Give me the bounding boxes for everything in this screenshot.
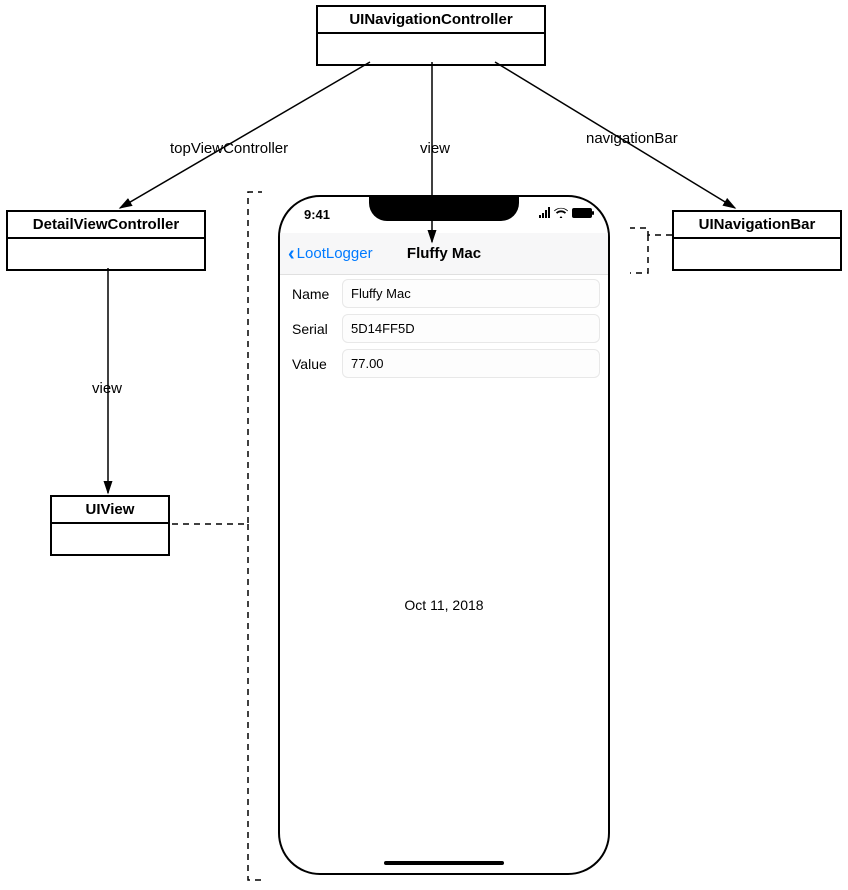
edge-view-top: view [418,140,452,157]
edge-navigationbar: navigationBar [584,130,680,147]
field-value[interactable]: 77.00 [342,349,600,378]
signal-icon [539,207,550,218]
phone-mockup: 9:41 ‹ LootLogger Fluffy Mac Name Fluffy… [278,195,610,875]
uml-title: UIView [52,497,168,524]
nav-title: Fluffy Mac [407,245,481,262]
status-bar: 9:41 [280,207,608,227]
uml-uiview: UIView [50,495,170,556]
uml-body [318,34,544,64]
uml-detailviewcontroller: DetailViewController [6,210,206,271]
label-value: Value [288,356,334,372]
uml-title: DetailViewController [8,212,204,239]
form-row-serial: Serial 5D14FF5D [288,314,600,343]
uml-uinavigationcontroller: UINavigationController [316,5,546,66]
uml-uinavigationbar: UINavigationBar [672,210,842,271]
back-button[interactable]: ‹ LootLogger [288,244,373,264]
date-label: Oct 11, 2018 [280,597,608,613]
label-name: Name [288,286,334,302]
form-row-name: Name Fluffy Mac [288,279,600,308]
uml-body [52,524,168,554]
status-icons [539,207,592,218]
uml-body [8,239,204,269]
edge-view-left: view [90,380,124,397]
field-name[interactable]: Fluffy Mac [342,279,600,308]
form-row-value: Value 77.00 [288,349,600,378]
battery-icon [572,208,592,218]
status-time: 9:41 [304,207,330,222]
chevron-left-icon: ‹ [288,244,295,264]
uml-body [674,239,840,269]
edge-topviewcontroller: topViewController [168,140,290,157]
uml-title: UINavigationController [318,7,544,34]
label-serial: Serial [288,321,334,337]
back-label: LootLogger [297,245,373,262]
uml-title: UINavigationBar [674,212,840,239]
phone-nav-bar: ‹ LootLogger Fluffy Mac [280,233,608,275]
home-indicator [384,861,504,865]
field-serial[interactable]: 5D14FF5D [342,314,600,343]
wifi-icon [554,207,568,218]
detail-form: Name Fluffy Mac Serial 5D14FF5D Value 77… [288,279,600,384]
